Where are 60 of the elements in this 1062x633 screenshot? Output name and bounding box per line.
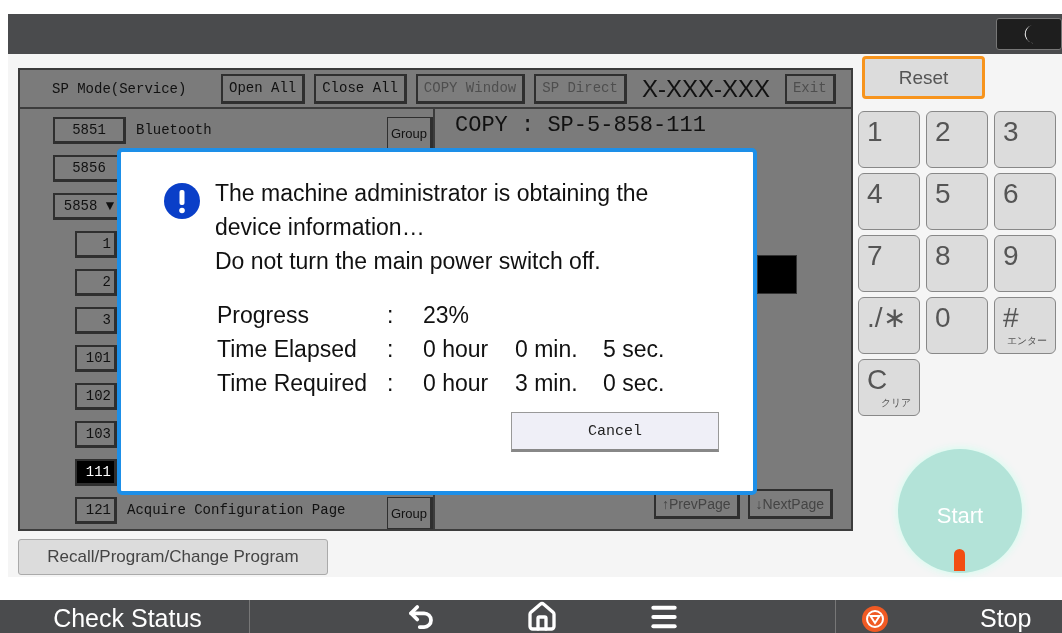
sp-number-button[interactable]: 103 — [75, 420, 117, 448]
keypad-key[interactable]: 7 — [858, 235, 920, 293]
sp-number-button[interactable]: 101 — [75, 344, 117, 372]
separator: : — [387, 301, 395, 330]
check-status-button[interactable]: Check Status — [0, 600, 250, 633]
dialog-message-line: device information… — [215, 213, 426, 242]
stop-icon — [862, 605, 888, 632]
info-value: 5 sec. — [603, 335, 666, 364]
sp-number-button[interactable]: 121 — [75, 496, 117, 524]
sp-number-button[interactable]: 3 — [75, 306, 117, 334]
info-value: 23% — [423, 301, 471, 330]
group-button[interactable]: Group — [387, 117, 433, 150]
dialog-message-line: The machine administrator is obtaining the — [215, 179, 649, 208]
sp-number-button[interactable]: 1 — [75, 230, 117, 258]
info-label: Time Elapsed — [217, 335, 358, 364]
status-lamp — [954, 549, 965, 572]
stop-button[interactable]: Stop — [836, 600, 1062, 633]
reset-button[interactable]: Reset — [862, 56, 985, 100]
separator: : — [387, 369, 395, 398]
keypad-key[interactable]: 2 — [926, 111, 988, 169]
dialog-message-line: Do not turn the main power switch off. — [215, 247, 602, 276]
info-value: 0 hour — [423, 335, 490, 364]
keypad-key[interactable]: 8 — [926, 235, 988, 293]
next-page-button[interactable]: ↓NextPage — [747, 489, 833, 520]
alert-icon — [163, 182, 201, 220]
keypad-key[interactable]: 0 — [926, 297, 988, 355]
sp-number-button[interactable]: 5851 — [53, 116, 126, 144]
value-box — [757, 255, 797, 295]
separator: : — [387, 335, 395, 364]
keypad-key[interactable]: C クリア — [858, 359, 920, 417]
sp-item-name: Bluetooth — [136, 122, 213, 139]
panel-title: SP Mode(Service) — [52, 80, 188, 97]
info-label: Time Required — [217, 369, 368, 398]
sp-item-name: Acquire Configuration Page — [127, 502, 347, 519]
sp-number-button[interactable]: 2 — [75, 268, 117, 296]
info-value: 0 hour — [423, 369, 490, 398]
info-value: 3 min. — [515, 369, 579, 398]
keypad-key[interactable]: 9 — [994, 235, 1056, 293]
sp-code: X-XXX-XXX — [641, 74, 770, 103]
header-button[interactable]: Open All — [221, 73, 306, 104]
info-value: 0 sec. — [603, 369, 666, 398]
cancel-button[interactable]: Cancel — [511, 412, 719, 452]
home-icon — [525, 600, 558, 633]
sp-number-button[interactable]: 102 — [75, 382, 117, 410]
sleep-mode-button[interactable] — [996, 18, 1062, 51]
recall-program-button[interactable]: Recall/Program/Change Program — [18, 539, 328, 576]
sp-number-button[interactable]: 111 — [75, 458, 117, 486]
home-button[interactable] — [525, 600, 558, 633]
keypad-key[interactable]: ./∗ — [858, 297, 920, 355]
info-label: Progress — [217, 301, 311, 330]
sp-detail-title: COPY : SP-5-858-111 — [455, 113, 707, 139]
keypad-key[interactable]: 3 — [994, 111, 1056, 169]
header-button[interactable]: Close All — [314, 73, 407, 104]
keypad-key[interactable]: 5 — [926, 173, 988, 231]
keypad-key[interactable]: 4 — [858, 173, 920, 231]
keypad-key[interactable]: 1 — [858, 111, 920, 169]
group-button[interactable]: Group — [387, 497, 433, 530]
info-value: 0 min. — [515, 335, 579, 364]
keypad-key[interactable]: # エンター — [994, 297, 1056, 355]
keypad-key[interactable]: 6 — [994, 173, 1056, 231]
